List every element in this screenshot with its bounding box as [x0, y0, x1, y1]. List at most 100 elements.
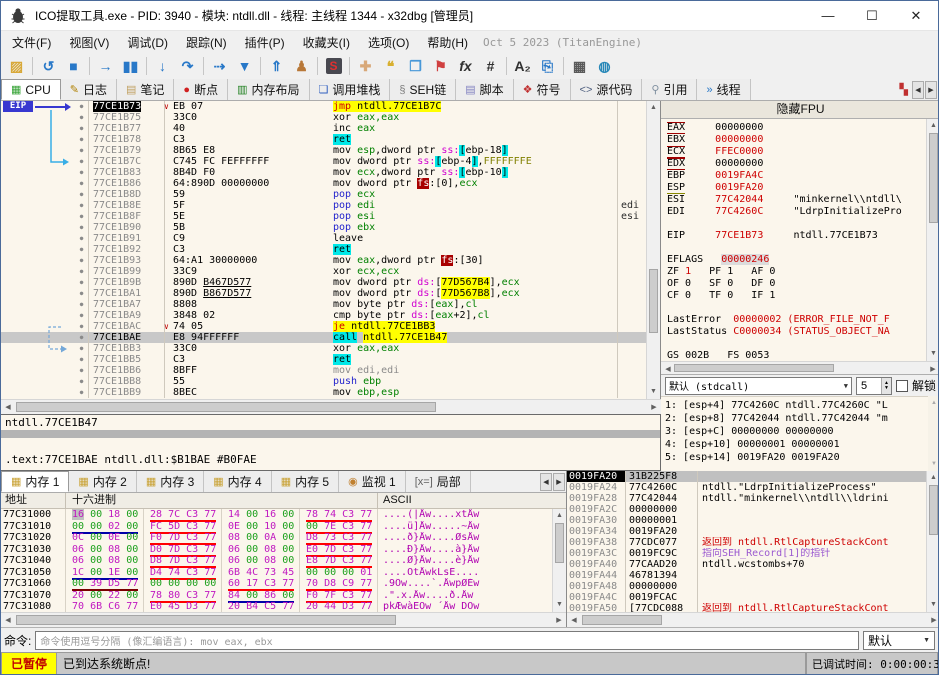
- scroll-down-arrow[interactable]: ▼: [647, 385, 660, 399]
- disasm-row[interactable]: ● 77CE1BA9 3848 02 cmp byte ptr ds:[eax+2],…: [1, 310, 647, 321]
- scroll-left-arrow[interactable]: ◀: [567, 613, 581, 627]
- run-to-user-code-button[interactable]: ♟: [289, 55, 314, 78]
- disasm-row[interactable]: ● 77CE1B75 33C0 xor eax,eax: [1, 112, 647, 123]
- disasm-row[interactable]: ● 77CE1B90 5B pop ebx: [1, 222, 647, 233]
- breakpoint-dot[interactable]: ●: [75, 266, 89, 277]
- breakpoint-dot[interactable]: ●: [75, 288, 89, 299]
- disasm-row[interactable]: ● 77CE1B79 8B65 E8 mov esp,dword ptr ss:[eb…: [1, 145, 647, 156]
- dump-row[interactable]: 77C31030 06 00 08 00 D0 7D C3 77 06 00 08 0…: [1, 543, 552, 557]
- disasm-row[interactable]: ● 77CE1B7C C745 FC FEFFFFFF mov dword ptr s…: [1, 156, 647, 167]
- breakpoint-dot[interactable]: ●: [75, 145, 89, 156]
- register-line[interactable]: ZF 1 PF 1 AF 0: [667, 266, 926, 278]
- dump-tab-scroll-right-button[interactable]: ▶: [553, 472, 565, 491]
- scroll-up-arrow[interactable]: ▲: [553, 509, 566, 523]
- breakpoint-dot[interactable]: ●: [75, 299, 89, 310]
- disasm-row[interactable]: ● 77CE1B83 8B4D F0 mov ecx,dword ptr ss:[eb…: [1, 167, 647, 178]
- disasm-row[interactable]: ● 77CE1BAC ∨ 74 05 je ntdll.77CE1BB3: [1, 321, 647, 332]
- breakpoint-dot[interactable]: ●: [75, 376, 89, 387]
- register-line[interactable]: EDX 00000000: [667, 158, 926, 170]
- dump-row[interactable]: 77C31070 20 00 22 00 78 80 C3 77 84 00 86 0…: [1, 589, 552, 603]
- disasm-row[interactable]: ● 77CE1BA1 890D B867D577 mov dword ptr ds:[…: [1, 288, 647, 299]
- disasm-row[interactable]: ● 77CE1BB9 8BEC mov ebp,esp: [1, 387, 647, 398]
- breakpoint-dot[interactable]: ●: [75, 112, 89, 123]
- disasm-vscrollbar[interactable]: ▲ ▼: [646, 101, 660, 399]
- menu-item-options[interactable]: 选项(O): [359, 31, 418, 54]
- register-line[interactable]: EIP 77CE1B73 ntdll.77CE1B73: [667, 230, 926, 242]
- tab-watch-1[interactable]: ◉ 监视 1: [339, 471, 406, 492]
- disasm-row[interactable]: ● 77CE1B73 ∨ EB 07 jmp ntdll.77CE1B7C: [1, 101, 647, 112]
- bookmarks-button[interactable]: ⚑: [428, 55, 453, 78]
- stack-hscrollbar[interactable]: ◀ ▶: [567, 612, 938, 627]
- stack-row[interactable]: 0019FA38 77CDC077 返回到 ntdll.RtlCaptureStac…: [567, 537, 927, 548]
- dump-vscrollbar[interactable]: ▲ ▼: [552, 509, 566, 612]
- plugin-blocks-icon[interactable]: ▚: [900, 83, 908, 96]
- run-button[interactable]: →: [93, 55, 118, 78]
- disasm-row[interactable]: ● 77CE1BB5 C3 ret: [1, 354, 647, 365]
- menu-item-file[interactable]: 文件(F): [3, 31, 60, 54]
- disasm-row[interactable]: ● 77CE1B9B 890D B467D577 mov dword ptr ds:[…: [1, 277, 647, 288]
- stack-argument-row[interactable]: 3: [esp+C] 00000000 00000000: [665, 425, 928, 438]
- stack-row[interactable]: 0019FA3C 0019FC9C 指向SEH_Record[1]的指针: [567, 548, 927, 559]
- register-line[interactable]: EBP 0019FA4C: [667, 170, 926, 182]
- register-line[interactable]: LastError 00000002 (ERROR_FILE_NOT_F: [667, 314, 926, 326]
- run-to-selection-button[interactable]: ⇢: [207, 55, 232, 78]
- tab-dump-4[interactable]: ▦ 内存 4: [204, 471, 272, 492]
- tab-memory-map[interactable]: ▥ 内存布局: [228, 79, 310, 100]
- breakpoint-dot[interactable]: ●: [75, 365, 89, 376]
- args-vscrollbar[interactable]: ▲ ▼: [928, 396, 938, 471]
- tab-script[interactable]: ▤ 脚本: [456, 79, 514, 100]
- scrollbar-thumb[interactable]: [929, 133, 938, 223]
- tab-call-stack[interactable]: ❏ 调用堆栈: [309, 79, 391, 100]
- open-file-button[interactable]: ▨: [4, 55, 29, 78]
- dump-row[interactable]: 77C31020 0C 00 0E 00 F0 7D C3 77 08 00 0A 0…: [1, 532, 552, 545]
- step-over-button[interactable]: ↷: [175, 55, 200, 78]
- stop-button[interactable]: ■: [61, 55, 86, 78]
- tab-scroll-right-button[interactable]: ▶: [925, 80, 937, 99]
- breakpoint-dot[interactable]: ●: [75, 255, 89, 266]
- register-line[interactable]: ESI 77C42044 "minkernel\\ntdll\: [667, 194, 926, 206]
- tab-symbols[interactable]: ❖ 符号: [513, 79, 571, 100]
- execute-till-return-button[interactable]: ⇑: [264, 55, 289, 78]
- breakpoint-dot[interactable]: ●: [75, 244, 89, 255]
- dump-row[interactable]: 77C31000 16 00 18 00 28 7C C3 77 14 00 16 0…: [1, 509, 552, 522]
- hide-fpu-button[interactable]: 隐藏FPU: [661, 101, 938, 119]
- disasm-row[interactable]: ● 77CE1B93 64:A1 30000000 mov eax,dword ptr…: [1, 255, 647, 266]
- tab-dump-5[interactable]: ▦ 内存 5: [271, 471, 340, 492]
- hash-button[interactable]: #: [478, 55, 503, 78]
- handles-button[interactable]: ⎘: [535, 55, 560, 78]
- disasm-row[interactable]: ● 77CE1B8E 5F pop edi edi: [1, 200, 647, 211]
- scrollbar-thumb[interactable]: [16, 402, 436, 412]
- scroll-right-arrow[interactable]: ▶: [552, 613, 566, 627]
- scroll-left-arrow[interactable]: ◀: [661, 362, 675, 374]
- register-line[interactable]: [667, 218, 926, 230]
- breakpoint-dot[interactable]: ●: [75, 167, 89, 178]
- tab-threads[interactable]: » 线程: [697, 79, 751, 100]
- scroll-down-arrow[interactable]: ▼: [553, 598, 566, 612]
- strings-button[interactable]: A₂: [510, 55, 535, 78]
- tab-log[interactable]: ✎ 日志: [60, 79, 117, 100]
- command-mode-select[interactable]: 默认 ▼: [863, 630, 935, 650]
- seh-chain-button[interactable]: S: [321, 55, 346, 78]
- tab-references[interactable]: ⚲ 引用: [642, 79, 698, 100]
- scroll-down-arrow[interactable]: ▼: [928, 457, 938, 471]
- tab-locals[interactable]: [x=] 局部: [405, 471, 471, 492]
- stack-row[interactable]: 0019FA28 77C42044 ntdll."minkernel\\ntdll\…: [567, 493, 927, 504]
- disasm-row[interactable]: ● 77CE1BB6 8BFF mov edi,edi: [1, 365, 647, 376]
- register-line[interactable]: OF 0 SF 0 DF 0: [667, 278, 926, 290]
- stack-row[interactable]: 0019FA30 00000001: [567, 515, 927, 526]
- register-line[interactable]: EDI 77C4260C "LdrpInitializePro: [667, 206, 926, 218]
- breakpoint-dot[interactable]: ●: [75, 123, 89, 134]
- disasm-row[interactable]: ● 77CE1BB3 33C0 xor eax,eax: [1, 343, 647, 354]
- scroll-down-arrow[interactable]: ▼: [927, 598, 938, 612]
- stack-row[interactable]: 0019FA34 0019FA20: [567, 526, 927, 537]
- disasm-row[interactable]: ● 77CE1B8F 5E pop esi esi: [1, 211, 647, 222]
- disasm-row[interactable]: ● 77CE1B99 33C9 xor ecx,ecx: [1, 266, 647, 277]
- scrollbar-thumb[interactable]: [16, 615, 396, 625]
- disasm-row[interactable]: ● 77CE1BA7 8808 mov byte ptr ds:[eax],cl: [1, 299, 647, 310]
- register-line[interactable]: [667, 302, 926, 314]
- tab-cpu[interactable]: ▦ CPU: [1, 79, 61, 100]
- dump-row[interactable]: 77C31080 70 6B C6 77 E0 45 D3 77 20 B4 C5 7…: [1, 601, 552, 612]
- maximize-button[interactable]: ☐: [850, 1, 894, 30]
- register-line[interactable]: [667, 338, 926, 350]
- breakpoint-dot[interactable]: ●: [75, 233, 89, 244]
